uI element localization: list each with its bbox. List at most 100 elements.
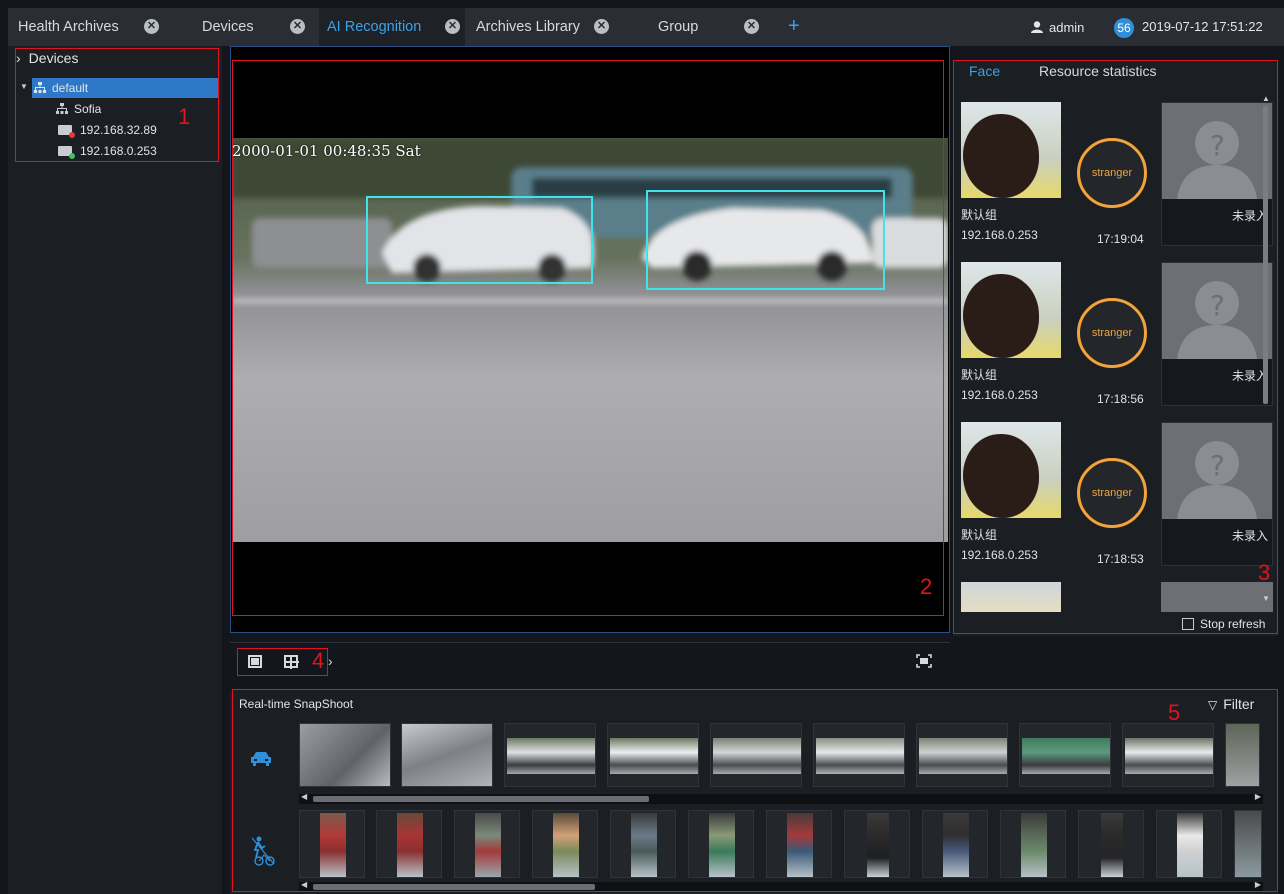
close-icon[interactable]: ✕ [290,19,305,34]
person-snapshot[interactable] [1156,810,1222,878]
vehicle-snapshot[interactable] [607,723,699,787]
person-snapshot[interactable] [299,810,365,878]
close-icon[interactable]: ✕ [445,19,460,34]
match-card: ? 未录入 [1161,422,1273,566]
face-time: 17:18:56 [1097,392,1144,406]
vehicle-snapshot[interactable] [1225,723,1260,787]
person-snapshot[interactable] [376,810,442,878]
face-list-scrollbar[interactable]: ▲ ▼ [1262,94,1270,606]
face-time: 17:19:04 [1097,232,1144,246]
annotation-number-4: 4 [312,648,325,673]
devices-title: Devices [28,50,79,66]
chevron-right-icon[interactable]: › [328,653,333,669]
person-snapshot[interactable] [922,810,988,878]
face-record[interactable]: 默认组 192.168.0.253 stranger 17:18:56 ? 未录… [961,262,1277,412]
scroll-up-icon[interactable]: ▲ [1262,94,1270,103]
svg-text:?: ? [1210,129,1225,162]
network-icon [34,82,46,93]
realtime-snapshot-panel: Real-time SnapShoot ▽ Filter ◀ ▶ ◀ ▶ [230,690,1278,894]
close-icon[interactable]: ✕ [144,19,159,34]
tree-node-camera-1[interactable]: 192.168.32.89 [58,120,157,140]
face-record[interactable]: 默认组 192.168.0.253 stranger 17:18:53 ? 未录… [961,422,1277,572]
face-ip: 192.168.0.253 [961,228,1038,242]
tree-node-sofia[interactable]: Sofia [56,99,101,119]
camera-offline-icon [58,125,75,138]
tree-label: 192.168.0.253 [80,144,157,158]
fullscreen-icon[interactable] [916,654,932,668]
scroll-right-icon: ▶ [1254,880,1261,889]
person-snapshot[interactable] [766,810,832,878]
face-ip: 192.168.0.253 [961,548,1038,562]
tab-label: AI Recognition [327,19,422,35]
annotation-number-3: 3 [1258,560,1271,585]
scroll-down-icon[interactable]: ▼ [1262,594,1270,603]
tab-group[interactable]: Group ✕ [620,8,778,46]
svg-text:?: ? [1210,289,1225,322]
vehicle-snapshot[interactable] [1122,723,1214,787]
vehicle-snapshot[interactable] [916,723,1008,787]
vehicle-snapshot[interactable] [504,723,596,787]
caret-down-icon[interactable]: ▼ [20,82,28,91]
filter-icon: ▽ [1208,698,1218,712]
face-record[interactable]: 默认组 192.168.0.253 stranger 17:19:04 ? 未录… [961,102,1277,252]
tab-ai-recognition[interactable]: AI Recognition ✕ [319,8,465,46]
tree-node-default[interactable]: default [32,78,218,98]
car-icon[interactable] [250,750,272,766]
tab-health-archives[interactable]: Health Archives ✕ [8,8,176,46]
datetime: 2019-07-12 17:51:22 [1142,19,1263,34]
username: admin [1049,19,1085,35]
user-menu[interactable]: admin [1030,8,1084,46]
person-snapshot[interactable] [844,810,910,878]
person-snapshot[interactable] [1234,810,1262,878]
add-tab-icon[interactable]: + [788,16,800,36]
person-scrollbar[interactable]: ◀ ▶ [299,880,1263,892]
annotation-number-2: 2 [920,574,933,599]
annotation-number-1: 1 [178,104,191,129]
single-layout-icon[interactable] [248,655,262,668]
tab-face[interactable]: Face [969,63,1000,79]
tree-node-camera-2[interactable]: 192.168.0.253 [58,141,157,161]
stranger-badge: stranger [1077,138,1147,208]
person-snapshot[interactable] [1078,810,1144,878]
stranger-badge: stranger [1077,458,1147,528]
camera-online-icon [58,146,75,159]
devices-header[interactable]: › Devices [16,50,78,66]
filter-button[interactable]: ▽ Filter [1208,696,1254,712]
close-icon[interactable]: ✕ [594,19,609,34]
notification-badge[interactable]: 56 [1114,18,1134,38]
snapshot-title: Real-time SnapShoot [239,697,354,711]
person-snapshot[interactable] [610,810,676,878]
quad-layout-icon[interactable] [284,655,299,669]
face-snapshot [961,262,1061,358]
top-bar: Health Archives ✕ Devices ✕ AI Recogniti… [8,8,1284,46]
vehicle-snapshot[interactable] [1019,723,1111,787]
close-icon[interactable]: ✕ [744,19,759,34]
vehicle-snapshot[interactable] [299,723,391,787]
stop-refresh-label: Stop refresh [1200,617,1266,631]
pedestrian-cyclist-icon[interactable] [250,836,276,866]
vehicle-snapshot[interactable] [401,723,493,787]
video-image [232,138,948,542]
vehicle-snapshot[interactable] [813,723,905,787]
person-snapshot[interactable] [454,810,520,878]
stop-refresh-checkbox[interactable]: Stop refresh [1182,617,1265,631]
tree-label: 192.168.32.89 [80,123,157,137]
live-video-frame [232,138,948,542]
unknown-person-icon [1161,582,1273,612]
tab-resource-statistics[interactable]: Resource statistics [1039,63,1156,79]
person-snapshot[interactable] [532,810,598,878]
tree-label: Sofia [74,102,102,116]
person-snapshot[interactable] [1000,810,1066,878]
vehicle-snapshot[interactable] [710,723,802,787]
unknown-person-icon: ? [1162,423,1272,519]
face-snapshot[interactable] [961,582,1061,612]
svg-text:?: ? [1210,449,1225,482]
tab-devices[interactable]: Devices ✕ [176,8,321,46]
checkbox-icon[interactable] [1182,618,1194,630]
tab-archives-library[interactable]: Archives Library ✕ [468,8,618,46]
face-group: 默认组 [961,368,998,382]
face-panel: Face Resource statistics 默认组 192.168.0.2… [953,60,1278,636]
vehicle-scrollbar[interactable]: ◀ ▶ [299,792,1263,804]
network-icon [56,103,68,114]
person-snapshot[interactable] [688,810,754,878]
